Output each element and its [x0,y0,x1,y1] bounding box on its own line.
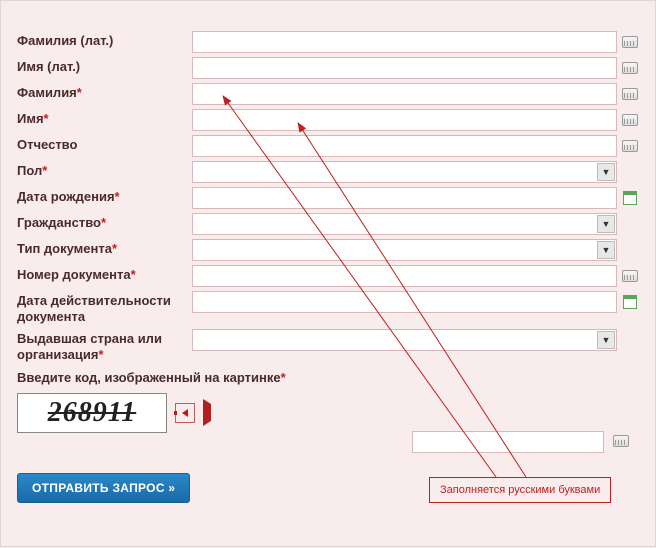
input-patronymic[interactable] [192,135,617,157]
input-surname-lat[interactable] [192,31,617,53]
input-surname[interactable] [192,83,617,105]
select-doc-type[interactable] [192,239,617,261]
keyboard-icon[interactable] [612,433,630,449]
submit-button[interactable]: ОТПРАВИТЬ ЗАПРОС » [17,473,190,503]
label-doc-validity: Дата действительности документа [17,291,192,325]
label-patronymic: Отчество [17,135,192,153]
input-name-lat[interactable] [192,57,617,79]
calendar-icon[interactable] [621,190,639,206]
label-name: Имя* [17,109,192,127]
keyboard-icon[interactable] [621,268,639,284]
annotation-note: Заполняется русскими буквами [429,477,611,503]
calendar-icon[interactable] [621,294,639,310]
label-issuer: Выдавшая страна или организация* [17,329,192,363]
keyboard-icon[interactable] [621,112,639,128]
keyboard-icon[interactable] [621,86,639,102]
input-captcha[interactable] [412,431,604,453]
captcha-image: 268911 [17,393,167,433]
label-dob: Дата рождения* [17,187,192,205]
input-name[interactable] [192,109,617,131]
label-doc-number: Номер документа* [17,265,192,283]
speaker-icon [182,409,188,417]
label-gender: Пол* [17,161,192,179]
select-gender[interactable] [192,161,617,183]
input-doc-validity[interactable] [192,291,617,313]
label-surname-lat: Фамилия (лат.) [17,31,192,49]
play-icon [203,399,211,426]
captcha-audio-button[interactable] [175,403,195,423]
input-doc-number[interactable] [192,265,617,287]
input-dob[interactable] [192,187,617,209]
select-issuer[interactable] [192,329,617,351]
label-citizenship: Гражданство* [17,213,192,231]
select-citizenship[interactable] [192,213,617,235]
captcha-play-button[interactable] [203,404,211,422]
keyboard-icon[interactable] [621,138,639,154]
label-name-lat: Имя (лат.) [17,57,192,75]
label-surname: Фамилия* [17,83,192,101]
keyboard-icon[interactable] [621,60,639,76]
keyboard-icon[interactable] [621,34,639,50]
label-captcha: Введите код, изображенный на картинке* [17,370,286,385]
label-doc-type: Тип документа* [17,239,192,257]
